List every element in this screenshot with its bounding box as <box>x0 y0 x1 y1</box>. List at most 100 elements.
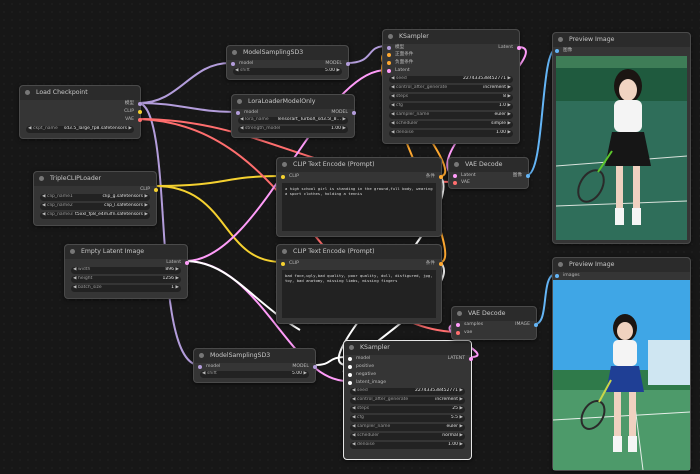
output-model[interactable]: MODEL <box>325 61 350 67</box>
input-vae[interactable]: VAE <box>453 180 470 186</box>
triple-clip-loader-node[interactable]: TripleCLIPLoader CLIP ◀ clip_name1 clip_g.… <box>33 171 158 226</box>
clip-text-encode-negative-node[interactable]: CLIP Text Encode (Prompt) CLIP 条件 bad fa… <box>276 244 443 324</box>
seed-widget[interactable]: ◀ seed 227433538452771 ▶ <box>350 388 465 395</box>
arrow-right-icon[interactable]: ▶ <box>460 388 463 395</box>
output-model[interactable]: MODEL <box>331 110 356 116</box>
node-title[interactable]: VAE Decode <box>449 158 528 172</box>
input-positive[interactable]: 正面条件 <box>387 52 413 58</box>
control-after-generate-widget[interactable]: ◀ control_after_generate increment ▶ <box>389 85 513 92</box>
sampler-name-widget[interactable]: ◀ sampler_name euler ▶ <box>389 112 513 119</box>
output-clip[interactable]: CLIP <box>124 109 142 115</box>
conditioning-socket-icon[interactable] <box>387 61 391 65</box>
clip-text-encode-positive-node[interactable]: CLIP Text Encode (Prompt) CLIP 条件 a high… <box>276 157 443 237</box>
node-title[interactable]: ModelSamplingSD3 <box>194 349 315 363</box>
collapse-dot-icon[interactable] <box>558 37 563 42</box>
arrow-right-icon[interactable]: ▶ <box>460 442 463 449</box>
conditioning-socket-icon[interactable] <box>439 175 443 179</box>
latent-socket-icon[interactable] <box>469 357 473 361</box>
arrow-left-icon[interactable]: ◀ <box>42 212 45 219</box>
collapse-dot-icon[interactable] <box>558 262 563 267</box>
ksampler-top-node[interactable]: KSampler 模型 正面条件 负面条件 Latent Latent ◀ see… <box>382 29 521 144</box>
arrow-left-icon[interactable]: ◀ <box>235 68 238 75</box>
collapse-dot-icon[interactable] <box>282 162 287 167</box>
arrow-right-icon[interactable]: ▶ <box>176 267 179 274</box>
input-model[interactable]: 模型 <box>387 45 404 51</box>
cfg-widget[interactable]: ◀ cfg 1.0 ▶ <box>389 103 513 110</box>
preview-image-bottom-node[interactable]: Preview Image images <box>552 257 691 471</box>
vae-socket-icon[interactable] <box>456 331 460 335</box>
arrow-right-icon[interactable]: ▶ <box>145 203 148 210</box>
output-model[interactable]: 模型 <box>125 101 142 107</box>
arrow-right-icon[interactable]: ▶ <box>129 126 132 133</box>
lora-loader-node[interactable]: LoraLoaderModelOnly model MODEL ◀ lora_na… <box>231 94 356 138</box>
node-title[interactable]: TripleCLIPLoader <box>34 172 156 186</box>
width-widget[interactable]: ◀ width 896 ▶ <box>71 267 181 274</box>
input-vae[interactable]: vae <box>456 330 472 336</box>
ksampler-bottom-node[interactable]: KSampler model positive negative latent_… <box>343 340 473 460</box>
collapse-dot-icon[interactable] <box>199 353 204 358</box>
arrow-right-icon[interactable]: ▶ <box>460 424 463 431</box>
node-title[interactable]: ModelSamplingSD3 <box>227 46 348 60</box>
arrow-left-icon[interactable]: ◀ <box>391 112 394 119</box>
arrow-right-icon[interactable]: ▶ <box>508 103 511 110</box>
latent-socket-icon[interactable] <box>517 46 521 50</box>
input-clip[interactable]: CLIP <box>281 261 299 267</box>
arrow-left-icon[interactable]: ◀ <box>352 433 355 440</box>
arrow-left-icon[interactable]: ◀ <box>391 103 394 110</box>
preview-image-top-node[interactable]: Preview Image 图像 <box>552 32 691 244</box>
clip-name2-widget[interactable]: ◀ clip_name2 clip_l.safetensors ▶ <box>40 203 150 210</box>
sampler-name-widget[interactable]: ◀ sampler_name euler ▶ <box>350 424 465 431</box>
prompt-textarea[interactable]: a high school girl is standing in the gr… <box>282 183 436 231</box>
arrow-right-icon[interactable]: ▶ <box>176 285 179 292</box>
model-socket-icon[interactable] <box>387 46 391 50</box>
conditioning-socket-icon[interactable] <box>387 53 391 57</box>
arrow-right-icon[interactable]: ▶ <box>304 371 307 378</box>
image-socket-icon[interactable] <box>526 174 530 178</box>
arrow-left-icon[interactable]: ◀ <box>391 130 394 137</box>
collapse-dot-icon[interactable] <box>232 50 237 55</box>
input-images[interactable]: images <box>555 273 580 279</box>
latent-socket-icon[interactable] <box>348 381 352 385</box>
model-socket-icon[interactable] <box>352 111 356 115</box>
conditioning-socket-icon[interactable] <box>348 365 352 369</box>
arrow-right-icon[interactable]: ▶ <box>508 94 511 101</box>
clip-socket-icon[interactable] <box>138 110 142 114</box>
denoise-widget[interactable]: ◀ denoise 1.00 ▶ <box>389 130 513 137</box>
latent-socket-icon[interactable] <box>456 323 460 327</box>
arrow-right-icon[interactable]: ▶ <box>337 68 340 75</box>
output-latent[interactable]: Latent <box>498 45 521 51</box>
collapse-dot-icon[interactable] <box>388 34 393 39</box>
vae-socket-icon[interactable] <box>138 118 142 122</box>
output-vae[interactable]: VAE <box>125 117 142 123</box>
input-model[interactable]: model <box>231 61 253 67</box>
input-model[interactable]: model <box>236 110 258 116</box>
input-latent[interactable]: Latent <box>453 173 476 179</box>
node-title[interactable]: Empty Latent Image <box>65 245 187 259</box>
output-conditioning[interactable]: 条件 <box>426 174 443 180</box>
cfg-widget[interactable]: ◀ cfg 5.5 ▶ <box>350 415 465 422</box>
arrow-left-icon[interactable]: ◀ <box>240 117 243 124</box>
shift-widget[interactable]: ◀ shift 5.00 ▶ <box>200 371 309 378</box>
conditioning-socket-icon[interactable] <box>348 373 352 377</box>
arrow-left-icon[interactable]: ◀ <box>202 371 205 378</box>
arrow-left-icon[interactable]: ◀ <box>391 94 394 101</box>
model-socket-icon[interactable] <box>236 111 240 115</box>
image-socket-icon[interactable] <box>534 323 538 327</box>
image-socket-icon[interactable] <box>555 49 559 53</box>
steps-widget[interactable]: ◀ steps 8 ▶ <box>389 94 513 101</box>
arrow-left-icon[interactable]: ◀ <box>391 76 394 83</box>
input-positive[interactable]: positive <box>348 364 374 370</box>
latent-socket-icon[interactable] <box>185 261 189 265</box>
arrow-right-icon[interactable]: ▶ <box>460 415 463 422</box>
model-socket-icon[interactable] <box>313 365 317 369</box>
node-title[interactable]: KSampler <box>383 30 519 44</box>
model-sampling-top-node[interactable]: ModelSamplingSD3 model MODEL ◀ shift 5.00 ▶ <box>226 45 350 80</box>
arrow-left-icon[interactable]: ◀ <box>73 276 76 283</box>
arrow-left-icon[interactable]: ◀ <box>352 406 355 413</box>
arrow-left-icon[interactable]: ◀ <box>73 285 76 292</box>
arrow-right-icon[interactable]: ▶ <box>343 126 346 133</box>
model-sampling-bottom-node[interactable]: ModelSamplingSD3 model MODEL ◀ shift 5.00 ▶ <box>193 348 317 383</box>
arrow-right-icon[interactable]: ▶ <box>460 406 463 413</box>
arrow-right-icon[interactable]: ▶ <box>145 194 148 201</box>
denoise-widget[interactable]: ◀ denoise 1.00 ▶ <box>350 442 465 449</box>
